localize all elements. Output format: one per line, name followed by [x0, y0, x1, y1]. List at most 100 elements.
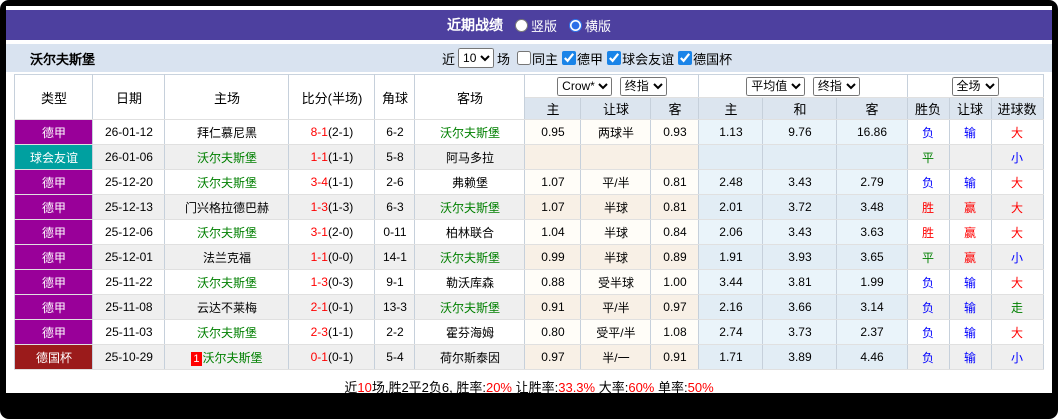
full-time-score: 3-4 — [310, 175, 328, 189]
full-time-score: 1-1 — [310, 150, 328, 164]
league-filter-option[interactable]: 德国杯 — [674, 49, 732, 68]
radio-horizontal[interactable] — [569, 18, 582, 32]
title-bar: 近期战绩 竖版 横版 — [6, 10, 1052, 40]
table-row: 德国杯 25-10-29 1 沃尔夫斯堡 0-1(0-1) 5-4 荷尔斯泰因 0… — [14, 344, 1044, 370]
score-cell: 1-1(1-1) — [288, 144, 376, 170]
crow-index-type-select[interactable]: 终指 — [619, 76, 667, 96]
bookmaker-select[interactable]: Crow* — [557, 76, 613, 96]
crow-home-odds-cell: 0.80 — [524, 319, 582, 345]
handicap-result-cell: 输 — [948, 119, 992, 145]
home-team-cell: 沃尔夫斯堡 — [164, 269, 290, 295]
summary-segment: 场,胜2平2负6, 胜率: — [371, 380, 486, 393]
wdl-result-cell: 负 — [906, 319, 950, 345]
avg-away-odds-cell: 2.79 — [836, 169, 908, 195]
home-team-name: 沃尔夫斯堡 — [196, 275, 257, 290]
away-team-cell: 弗赖堡 — [414, 169, 526, 195]
avg-home-odds-cell: 1.71 — [698, 344, 764, 370]
away-team-cell: 柏林联合 — [414, 219, 526, 245]
table-row: 德甲 25-12-20 沃尔夫斯堡 3-4(1-1) 2-6 弗赖堡 1.07 … — [14, 169, 1044, 195]
summary-segment: 50% — [687, 380, 714, 393]
layout-option-horizontal[interactable]: 横版 — [569, 16, 611, 35]
league-filter-option[interactable]: 同主 — [513, 49, 558, 68]
league-type-cell: 德甲 — [14, 294, 94, 320]
window-frame: 近期战绩 竖版 横版 沃尔夫斯堡 近 10 场 同主 德甲 球会友谊 德国杯 类… — [0, 0, 1058, 419]
league-filter-checkbox[interactable] — [607, 51, 622, 65]
goals-result-cell: 大 — [990, 269, 1044, 295]
league-filter-option[interactable]: 球会友谊 — [603, 49, 674, 68]
handicap-result-cell — [948, 144, 992, 170]
corner-cell: 9-1 — [374, 269, 416, 295]
wdl-result-cell: 负 — [906, 344, 950, 370]
date-cell: 25-11-03 — [92, 319, 166, 345]
radio-vertical[interactable] — [514, 18, 528, 32]
avg-select[interactable]: 平均值 — [746, 76, 806, 96]
goals-result-cell: 大 — [990, 319, 1044, 345]
half-time-score: (1-3) — [327, 200, 354, 214]
full-time-score: 3-1 — [310, 225, 328, 239]
header-select-row: 类型 日期 主场 比分(半场) 角球 客场 Crow* 终指 平均值 终指 全场 — [14, 74, 1044, 120]
crow-handicap-cell: 受平/半 — [580, 319, 652, 345]
handicap-result-cell: 输 — [948, 319, 992, 345]
corner-cell: 0-11 — [374, 219, 416, 245]
away-team-name: 沃尔夫斯堡 — [439, 250, 500, 265]
handicap-result-cell: 输 — [948, 269, 992, 295]
wdl-result-cell: 胜 — [906, 219, 950, 245]
crow-home-odds-cell: 1.04 — [524, 219, 582, 245]
summary-segment: 让胜率: — [512, 380, 559, 393]
corner-cell: 14-1 — [374, 244, 416, 270]
league-filter-checkbox[interactable] — [562, 51, 577, 65]
home-team-cell: 1 沃尔夫斯堡 — [164, 344, 290, 370]
score-cell: 3-1(2-0) — [288, 219, 376, 245]
half-time-score: (2-1) — [327, 125, 354, 139]
summary-segment: 近 — [344, 380, 358, 393]
result-group-header: 全场 — [906, 74, 1044, 98]
goals-result-cell: 大 — [990, 194, 1044, 220]
avg-draw-odds-cell: 9.76 — [762, 119, 838, 145]
away-team-name: 霍芬海姆 — [445, 325, 494, 340]
corner-cell: 5-8 — [374, 144, 416, 170]
corner-cell: 6-3 — [374, 194, 416, 220]
crow-handicap-cell: 受半球 — [580, 269, 652, 295]
table-row: 球会友谊 26-01-06 沃尔夫斯堡 1-1(1-1) 5-8 阿马多拉 平 … — [14, 144, 1044, 170]
avg-draw-odds-cell: 3.43 — [762, 169, 838, 195]
scope-select[interactable]: 全场 — [951, 76, 999, 96]
sub-header-crow-away: 客 — [650, 97, 700, 120]
results-table: 类型 日期 主场 比分(半场) 角球 客场 Crow* 终指 平均值 终指 全场… — [14, 74, 1044, 370]
away-team-name: 勒沃库森 — [445, 275, 494, 290]
date-cell: 25-10-29 — [92, 344, 166, 370]
league-filter-label: 德国杯 — [693, 51, 733, 67]
goals-result-cell: 大 — [990, 219, 1044, 245]
avg-odds-group-header: 平均值 终指 — [698, 74, 908, 98]
date-cell: 25-11-08 — [92, 294, 166, 320]
avg-home-odds-cell: 2.01 — [698, 194, 764, 220]
match-count-select[interactable]: 10 — [458, 48, 495, 68]
league-filter-checkbox[interactable] — [517, 51, 532, 65]
avg-index-type-select[interactable]: 终指 — [812, 76, 860, 96]
crow-handicap-cell: 半/一 — [580, 344, 652, 370]
match-count-suffix: 场 — [497, 51, 511, 67]
home-team-name: 沃尔夫斯堡 — [202, 350, 263, 365]
col-header-away: 客场 — [414, 74, 526, 120]
layout-option-vertical[interactable]: 竖版 — [514, 16, 557, 35]
avg-away-odds-cell: 2.37 — [836, 319, 908, 345]
half-time-score: (1-1) — [327, 325, 354, 339]
avg-away-odds-cell: 1.99 — [836, 269, 908, 295]
home-team-name: 门兴格拉德巴赫 — [184, 200, 269, 215]
avg-home-odds-cell — [698, 144, 764, 170]
crow-away-odds-cell: 0.89 — [650, 244, 700, 270]
league-filter-option[interactable]: 德甲 — [558, 49, 603, 68]
col-header-type: 类型 — [14, 74, 94, 120]
score-cell: 2-1(0-1) — [288, 294, 376, 320]
league-filter-checkbox[interactable] — [678, 51, 693, 65]
crow-away-odds-cell: 0.84 — [650, 219, 700, 245]
summary-text: 近10场,胜2平2负6, 胜率:20% 让胜率:33.3% 大率:60% 单率:… — [6, 370, 1052, 393]
crow-handicap-cell: 半球 — [580, 194, 652, 220]
col-header-date: 日期 — [92, 74, 166, 120]
half-time-score: (1-1) — [327, 150, 354, 164]
sub-header-handicap-result: 让球 — [948, 97, 992, 120]
league-filter-label: 同主 — [532, 51, 559, 67]
league-type-cell: 德国杯 — [14, 344, 94, 370]
sub-header-avg-away: 客 — [836, 97, 908, 120]
summary-segment: 60% — [628, 380, 655, 393]
radio-vertical-label: 竖版 — [530, 18, 557, 34]
